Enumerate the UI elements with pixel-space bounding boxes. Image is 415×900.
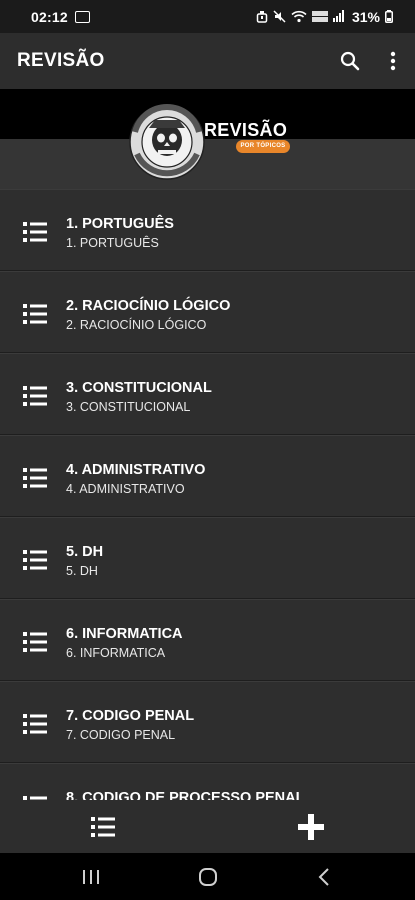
list-icon: [23, 468, 47, 488]
list-icon: [23, 550, 47, 570]
alarm-icon: [256, 11, 268, 23]
more-vert-icon: [390, 51, 396, 71]
item-subtitle: 7. CODIGO PENAL: [66, 728, 176, 742]
status-time: 02:12: [31, 8, 68, 25]
home-button[interactable]: [188, 853, 228, 900]
list-item[interactable]: 3. CONSTITUCIONAL 3. CONSTITUCIONAL: [0, 353, 415, 434]
item-title: 5. DH: [66, 544, 104, 560]
banner-title: REVISÃO: [204, 120, 288, 140]
list-item[interactable]: 7. CODIGO PENAL 7. CODIGO PENAL: [0, 681, 415, 762]
search-icon: [340, 51, 360, 71]
wifi-icon: [291, 10, 307, 23]
item-title: 3. CONSTITUCIONAL: [66, 380, 212, 396]
recents-icon: [83, 869, 99, 884]
battery-icon: [385, 10, 393, 23]
list-item[interactable]: 6. INFORMATICA 6. INFORMATICA: [0, 599, 415, 680]
status-icons: 31%: [256, 0, 393, 33]
home-icon: [199, 867, 217, 886]
add-icon: [298, 813, 324, 840]
list-icon: [91, 816, 115, 837]
item-subtitle: 5. DH: [66, 564, 98, 578]
list-icon: [23, 222, 47, 242]
status-bar: 02:12 31%: [0, 0, 415, 33]
app-bar: REVISÃO: [0, 33, 415, 89]
back-button[interactable]: [304, 853, 344, 900]
brothers-caveiras-logo: [127, 102, 207, 182]
signal-icon: [332, 10, 344, 22]
item-title: 8. CODIGO DE PROCESSO PENAL: [66, 790, 305, 800]
item-title: 1. PORTUGUÊS: [66, 216, 174, 232]
system-nav-bar: [0, 853, 415, 900]
banner-badge: POR TÓPICOS: [236, 140, 290, 153]
list-icon: [23, 714, 47, 734]
item-subtitle: 1. PORTUGUÊS: [66, 236, 159, 250]
list-item[interactable]: 4. ADMINISTRATIVO 4. ADMINISTRATIVO: [0, 435, 415, 516]
volte-icon: [311, 11, 328, 22]
item-subtitle: 4. ADMINISTRATIVO: [66, 482, 185, 496]
page-title: REVISÃO: [17, 50, 105, 71]
list-icon: [23, 632, 47, 652]
list-item[interactable]: 2. RACIOCÍNIO LÓGICO 2. RACIOCÍNIO LÓGIC…: [0, 271, 415, 352]
list-item[interactable]: 8. CODIGO DE PROCESSO PENAL: [0, 763, 415, 800]
add-button[interactable]: [281, 800, 341, 853]
more-options-button[interactable]: [375, 33, 411, 89]
bottom-action-bar: [0, 800, 415, 853]
item-subtitle: 2. RACIOCÍNIO LÓGICO: [66, 318, 207, 332]
image-icon: [74, 10, 90, 23]
item-subtitle: 6. INFORMATICA: [66, 646, 166, 660]
list-icon: [23, 304, 47, 324]
item-title: 6. INFORMATICA: [66, 626, 183, 642]
list-item[interactable]: 1. PORTUGUÊS 1. PORTUGUÊS: [0, 189, 415, 270]
search-button[interactable]: [332, 33, 368, 89]
battery-level: 31%: [351, 8, 380, 25]
item-subtitle: 3. CONSTITUCIONAL: [66, 400, 191, 414]
subject-list: 1. PORTUGUÊS 1. PORTUGUÊS 2. RACIOCÍNIO …: [0, 189, 415, 800]
list-view-button[interactable]: [73, 800, 133, 853]
recents-button[interactable]: [71, 853, 111, 900]
header-banner-lower: [0, 139, 415, 189]
item-title: 7. CODIGO PENAL: [66, 708, 195, 724]
list-icon: [23, 386, 47, 406]
list-item[interactable]: 5. DH 5. DH: [0, 517, 415, 598]
mute-icon: [273, 10, 286, 23]
back-icon: [318, 867, 329, 886]
item-title: 2. RACIOCÍNIO LÓGICO: [66, 298, 231, 314]
item-title: 4. ADMINISTRATIVO: [66, 462, 206, 478]
